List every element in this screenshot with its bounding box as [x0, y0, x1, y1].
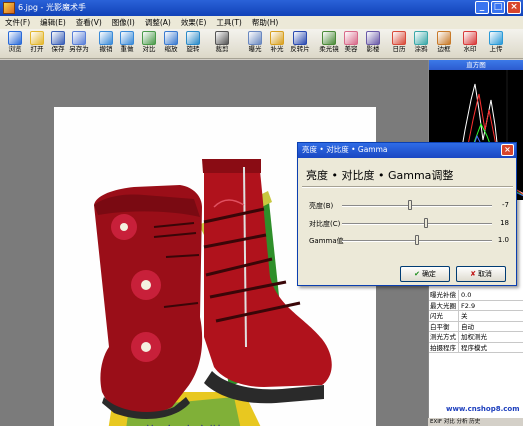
- rotate-icon: [186, 31, 200, 45]
- exif-key: 测光方式: [429, 332, 459, 342]
- menu-item-4[interactable]: 调整(A): [140, 16, 176, 29]
- toolbar-frame-button[interactable]: 边框: [433, 31, 455, 54]
- toolbar-label: 裁剪: [215, 45, 229, 53]
- slide-film-icon: [293, 31, 307, 45]
- menu-item-5[interactable]: 效果(E): [176, 16, 212, 29]
- undo-icon: [99, 31, 113, 45]
- title-bar: 6.jpg - 光影魔术手 _ □ ×: [0, 0, 523, 16]
- brightness-contrast-dialog: 亮度 • 对比度 • Gamma × 亮度 • 对比度 • Gamma调整 亮度…: [297, 142, 517, 286]
- toolbar-crop-button[interactable]: 裁剪: [211, 31, 233, 54]
- toolbar-label: 另存为: [69, 45, 89, 53]
- dialog-title-bar: 亮度 • 对比度 • Gamma ×: [298, 143, 516, 158]
- dialog-heading: 亮度 • 对比度 • Gamma调整: [306, 169, 454, 182]
- brightness-value: -7: [502, 201, 509, 209]
- exif-value: 关: [461, 312, 468, 320]
- toolbar-label: 反转片: [290, 45, 310, 53]
- gamma-slider-thumb[interactable]: [415, 235, 419, 245]
- gamma-label: Gamma值: [309, 237, 344, 245]
- browse-icon: [8, 31, 22, 45]
- toolbar-studio-button[interactable]: 影楼: [362, 31, 384, 54]
- menu-item-3[interactable]: 图像(I): [107, 16, 140, 29]
- menu-bar: 文件(F) 编辑(E) 查看(V) 图像(I) 调整(A) 效果(E) 工具(T) 帮助(H): [0, 16, 523, 29]
- exif-key: 闪光: [429, 311, 459, 321]
- save-icon: [51, 31, 65, 45]
- brightness-slider-thumb[interactable]: [407, 200, 412, 210]
- exif-value: 加权测光: [461, 333, 487, 341]
- contrast-value: 18: [500, 219, 509, 227]
- exif-row: 闪光关: [429, 311, 523, 322]
- maximize-button[interactable]: □: [491, 1, 505, 14]
- exposure-icon: [248, 31, 262, 45]
- exif-row: 曝光补偿 0.0: [429, 290, 523, 301]
- upload-icon: [489, 31, 503, 45]
- exif-row: 测光方式 加权测光: [429, 332, 523, 343]
- beauty-icon: [344, 31, 358, 45]
- compare-icon: [142, 31, 156, 45]
- site-url: www.cnshop8.com: [446, 405, 520, 413]
- exif-value: 程序模式: [461, 343, 487, 352]
- panel-tabs[interactable]: EXIF 对比 分析 历史: [428, 418, 523, 426]
- contrast-slider-thumb[interactable]: [424, 218, 428, 228]
- check-icon: ✔: [414, 270, 420, 278]
- exif-value: 自动: [461, 322, 474, 331]
- contrast-slider-row: 对比度(C) 18: [309, 218, 509, 230]
- exif-table: 曝光补偿 0.0 最大光圈 F2.9 闪光关白平衡 自动 测光方式 加权测光 拍摄程序 程序模式: [429, 290, 523, 353]
- calendar-icon: [392, 31, 406, 45]
- toolbar-label: 上传: [489, 45, 503, 53]
- dialog-title: 亮度 • 对比度 • Gamma: [302, 145, 388, 154]
- menu-item-7[interactable]: 帮助(H): [247, 16, 284, 29]
- app-icon: [3, 2, 15, 14]
- exif-row: 最大光圈 F2.9: [429, 300, 523, 311]
- cancel-button[interactable]: ✘ 取消: [456, 266, 506, 282]
- brightness-label: 亮度(B): [309, 202, 334, 210]
- brightness-slider[interactable]: [342, 205, 492, 207]
- studio-icon: [366, 31, 380, 45]
- exif-row: 拍摄程序 程序模式: [429, 342, 523, 353]
- menu-item-6[interactable]: 工具(T): [211, 16, 246, 29]
- dialog-close-button[interactable]: ×: [501, 144, 514, 156]
- brightness-slider-row: 亮度(B) -7: [309, 200, 509, 212]
- zoom-icon: [164, 31, 178, 45]
- toolbar-label: 旋转: [186, 45, 200, 53]
- close-button[interactable]: ×: [507, 1, 521, 14]
- save-as-icon: [72, 31, 86, 45]
- doodle-icon: [414, 31, 428, 45]
- menu-item-2[interactable]: 查看(V): [71, 16, 107, 29]
- exif-value: 0.0: [461, 291, 472, 299]
- toolbar-slide-film-button[interactable]: 反转片: [289, 31, 311, 54]
- contrast-slider[interactable]: [342, 223, 492, 225]
- toolbar-upload-button[interactable]: 上传: [485, 31, 507, 54]
- redo-icon: [120, 31, 134, 45]
- minimize-button[interactable]: _: [475, 1, 489, 14]
- menu-item-0[interactable]: 文件(F): [0, 16, 35, 29]
- toolbar: 浏览 打开 保存 另存为 撤销 重做 对比 缩放 旋转 裁剪 曝光 补光 反转片 柔光镜 美容 影楼 日历 涂鸦边…: [0, 29, 523, 59]
- exif-value: F2.9: [461, 301, 476, 310]
- exif-key: 拍摄程序: [429, 342, 459, 352]
- toolbar-save-as-button[interactable]: 另存为: [68, 31, 90, 54]
- dialog-separator: [302, 186, 513, 188]
- toolbar-rotate-button[interactable]: 旋转: [182, 31, 204, 54]
- toolbar-watermark-button[interactable]: 水印: [459, 31, 481, 54]
- contrast-label: 对比度(C): [309, 220, 341, 228]
- histogram-title: 直方图: [429, 60, 523, 70]
- gamma-value: 1.0: [497, 236, 509, 244]
- open-icon: [30, 31, 44, 45]
- fill-light-icon: [270, 31, 284, 45]
- gamma-slider-row: Gamma值 1.0: [309, 235, 509, 247]
- frame-icon: [437, 31, 451, 45]
- cross-icon: ✘: [470, 270, 476, 278]
- window-title: 6.jpg - 光影魔术手: [18, 3, 86, 12]
- exif-key: 白平衡: [429, 321, 459, 331]
- watermark-icon: [463, 31, 477, 45]
- soft-lens-icon: [322, 31, 336, 45]
- ok-button[interactable]: ✔ 确定: [400, 266, 450, 282]
- exif-key: 最大光圈: [429, 300, 459, 310]
- window-controls: _ □ ×: [475, 1, 521, 14]
- exif-key: 曝光补偿: [429, 290, 459, 300]
- menu-item-1[interactable]: 编辑(E): [35, 16, 71, 29]
- exif-row: 白平衡 自动: [429, 321, 523, 332]
- crop-icon: [215, 31, 229, 45]
